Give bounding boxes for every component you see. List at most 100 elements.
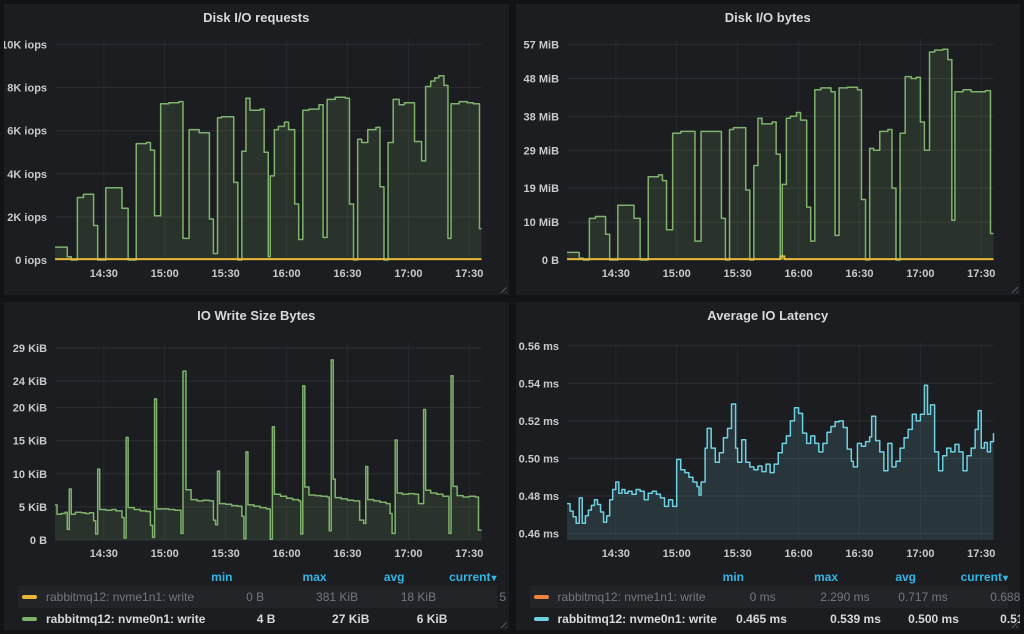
- legend-header-row: min max avg current▾: [18, 568, 497, 586]
- svg-text:15:30: 15:30: [723, 268, 751, 280]
- panel-title-disk-io-bytes[interactable]: Disk I/O bytes: [516, 4, 1021, 30]
- svg-text:15:00: 15:00: [662, 548, 690, 560]
- series-label-text: rabbitmq12: nvme1n1: write: [46, 590, 194, 604]
- svg-text:0.52 ms: 0.52 ms: [518, 416, 558, 428]
- svg-text:17:00: 17:00: [394, 268, 422, 280]
- svg-text:48 MiB: 48 MiB: [523, 74, 559, 86]
- stat-avg: 0.717 ms: [870, 590, 948, 604]
- svg-text:17:30: 17:30: [967, 268, 995, 280]
- svg-text:17:00: 17:00: [394, 548, 422, 560]
- series-toggle-nvme0n1[interactable]: rabbitmq12: nvme0n1: write: [18, 612, 205, 626]
- svg-text:14:30: 14:30: [601, 268, 629, 280]
- svg-text:29 KiB: 29 KiB: [13, 343, 47, 355]
- svg-text:16:00: 16:00: [273, 268, 301, 280]
- svg-text:57 MiB: 57 MiB: [523, 39, 559, 51]
- svg-text:20 KiB: 20 KiB: [13, 403, 47, 415]
- stat-min: 0 ms: [706, 590, 776, 604]
- svg-text:17:00: 17:00: [906, 548, 934, 560]
- stat-current: 5 KiB: [436, 590, 508, 604]
- legend-sort-avg[interactable]: avg: [327, 570, 405, 584]
- average-io-latency-chart[interactable]: 0.46 ms0.48 ms0.50 ms0.52 ms0.54 ms0.56 …: [516, 328, 1021, 566]
- panel-disk-io-requests: Disk I/O requests 0 iops2K iops4K iops6K…: [4, 4, 509, 295]
- svg-text:0.50 ms: 0.50 ms: [518, 454, 558, 466]
- svg-text:15:00: 15:00: [151, 548, 179, 560]
- svg-text:0 B: 0 B: [30, 535, 47, 547]
- series-swatch-yellow: [22, 595, 37, 599]
- stat-max: 381 KiB: [264, 590, 358, 604]
- sort-caret-icon: ▾: [1003, 573, 1008, 584]
- svg-text:16:30: 16:30: [333, 268, 361, 280]
- legend-sort-min[interactable]: min: [674, 570, 744, 584]
- legend-sort-current[interactable]: current▾: [916, 570, 1008, 584]
- svg-text:5 KiB: 5 KiB: [19, 502, 47, 514]
- svg-text:24 KiB: 24 KiB: [13, 376, 47, 388]
- svg-text:10 MiB: 10 MiB: [523, 217, 559, 229]
- svg-text:19 MiB: 19 MiB: [523, 183, 559, 195]
- legend-row-nvme0n1: rabbitmq12: nvme0n1: write 4 B 27 KiB 6 …: [18, 608, 497, 630]
- legend-sort-current[interactable]: current▾: [405, 570, 497, 584]
- svg-text:4K iops: 4K iops: [7, 169, 47, 181]
- svg-text:0.54 ms: 0.54 ms: [518, 378, 558, 390]
- stat-avg: 0.500 ms: [881, 612, 959, 626]
- svg-text:14:30: 14:30: [90, 548, 118, 560]
- legend-io-write-size: min max avg current▾ rabbitmq12: nvme1n1…: [4, 566, 509, 630]
- svg-text:16:00: 16:00: [784, 548, 812, 560]
- disk-io-bytes-chart[interactable]: 0 B 10 MiB 19 MiB 29 MiB 38 MiB 48 MiB 57 MiB 1…: [516, 30, 1021, 295]
- legend-header-row: min max avg current▾: [530, 568, 1009, 586]
- panel-title-disk-io-requests[interactable]: Disk I/O requests: [4, 4, 509, 30]
- svg-text:15:30: 15:30: [723, 548, 751, 560]
- svg-text:16:00: 16:00: [784, 268, 812, 280]
- panel-disk-io-bytes: Disk I/O bytes 0 B 10 MiB 19 MiB 29 MiB 38 M…: [516, 4, 1021, 295]
- disk-io-requests-chart[interactable]: 0 iops2K iops4K iops6K iops8K iops10K io…: [4, 30, 509, 295]
- series-toggle-nvme1n1[interactable]: rabbitmq12: nvme1n1: write: [18, 590, 194, 604]
- legend-row-nvme1n1: rabbitmq12: nvme1n1: write 0 B 381 KiB 1…: [18, 586, 497, 608]
- legend-sort-max[interactable]: max: [233, 570, 327, 584]
- series-label-text: rabbitmq12: nvme1n1: write: [558, 590, 706, 604]
- io-write-size-bytes-chart[interactable]: 0 B 5 KiB 10 KiB 15 KiB 20 KiB 24 KiB 29 KiB 14…: [4, 328, 509, 566]
- svg-text:16:30: 16:30: [333, 548, 361, 560]
- dashboard: Disk I/O requests 0 iops2K iops4K iops6K…: [0, 0, 1024, 634]
- panel-title-io-write-size-bytes[interactable]: IO Write Size Bytes: [4, 302, 509, 328]
- svg-text:0 B: 0 B: [541, 255, 558, 267]
- stat-min: 0.465 ms: [717, 612, 787, 626]
- series-swatch-cyan: [534, 617, 549, 621]
- series-toggle-nvme1n1[interactable]: rabbitmq12: nvme1n1: write: [530, 590, 706, 604]
- svg-text:0.48 ms: 0.48 ms: [518, 491, 558, 503]
- legend-average-io-latency: min max avg current▾ rabbitmq12: nvme1n1…: [516, 566, 1021, 630]
- series-swatch-green: [22, 617, 37, 621]
- svg-text:29 MiB: 29 MiB: [523, 145, 559, 157]
- svg-text:14:30: 14:30: [90, 268, 118, 280]
- svg-text:16:00: 16:00: [273, 548, 301, 560]
- svg-text:15:30: 15:30: [212, 268, 240, 280]
- stat-min: 4 B: [205, 612, 275, 626]
- svg-text:38 MiB: 38 MiB: [523, 111, 559, 123]
- svg-text:8K iops: 8K iops: [7, 83, 47, 95]
- svg-text:10 KiB: 10 KiB: [13, 469, 47, 481]
- svg-text:15:30: 15:30: [212, 548, 240, 560]
- svg-text:2K iops: 2K iops: [7, 212, 47, 224]
- legend-row-nvme1n1: rabbitmq12: nvme1n1: write 0 ms 2.290 ms…: [530, 586, 1009, 608]
- svg-text:15:00: 15:00: [151, 268, 179, 280]
- series-swatch-orange: [534, 595, 549, 599]
- panel-title-average-io-latency[interactable]: Average IO Latency: [516, 302, 1021, 328]
- svg-text:17:30: 17:30: [455, 268, 483, 280]
- series-toggle-nvme0n1[interactable]: rabbitmq12: nvme0n1: write: [530, 612, 717, 626]
- stat-max: 2.290 ms: [776, 590, 870, 604]
- panel-io-write-size-bytes: IO Write Size Bytes 0 B 5 KiB 10 KiB 15 KiB…: [4, 302, 509, 630]
- legend-sort-max[interactable]: max: [744, 570, 838, 584]
- svg-text:10K iops: 10K iops: [4, 40, 47, 52]
- stat-current: 0.688 ms: [948, 590, 1020, 604]
- svg-text:0.56 ms: 0.56 ms: [518, 341, 558, 353]
- stat-min: 0 B: [194, 590, 264, 604]
- svg-text:6K iops: 6K iops: [7, 126, 47, 138]
- legend-sort-current-label: current: [961, 570, 1002, 584]
- legend-sort-min[interactable]: min: [163, 570, 233, 584]
- series-label-text: rabbitmq12: nvme0n1: write: [558, 612, 717, 626]
- series-label-text: rabbitmq12: nvme0n1: write: [46, 612, 205, 626]
- legend-row-nvme0n1: rabbitmq12: nvme0n1: write 0.465 ms 0.53…: [530, 608, 1009, 630]
- svg-text:15 KiB: 15 KiB: [13, 436, 47, 448]
- sort-caret-icon: ▾: [491, 573, 496, 584]
- legend-sort-avg[interactable]: avg: [838, 570, 916, 584]
- svg-text:17:30: 17:30: [455, 548, 483, 560]
- svg-text:14:30: 14:30: [601, 548, 629, 560]
